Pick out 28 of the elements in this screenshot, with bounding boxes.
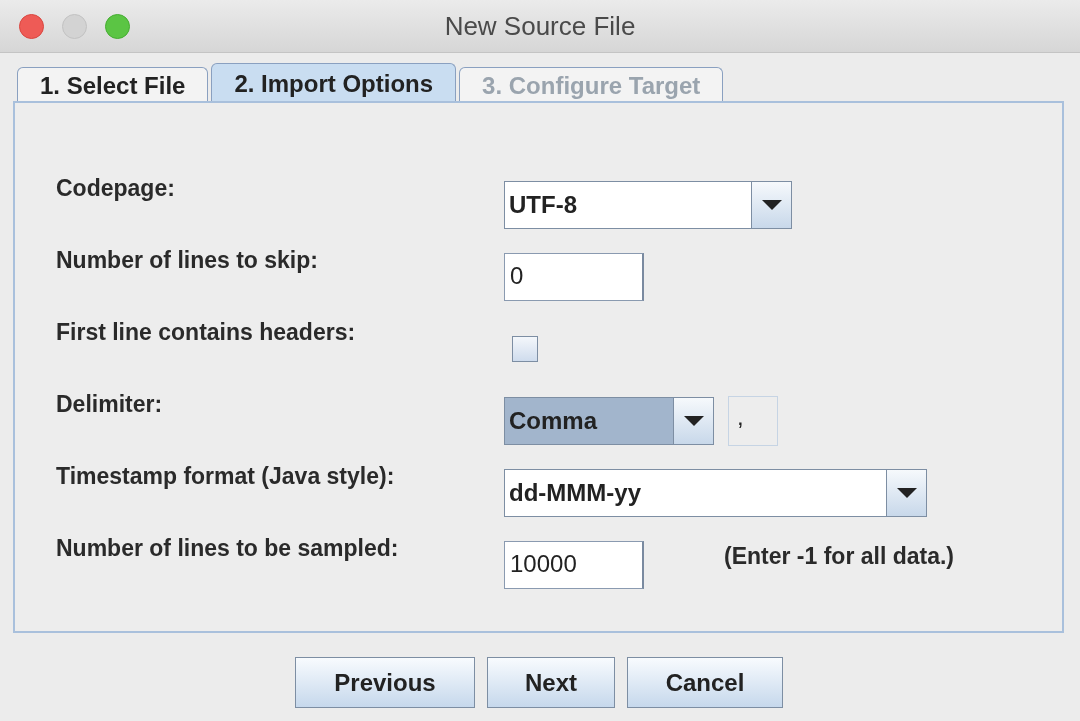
dropdown[interactable]: UTF-8 bbox=[504, 181, 792, 229]
caret-icon bbox=[895, 487, 918, 499]
field-label: First line contains headers: bbox=[56, 318, 357, 346]
dropdown-button[interactable] bbox=[751, 182, 791, 228]
dropdown[interactable]: dd-MMM-yy bbox=[504, 469, 927, 517]
caret-icon bbox=[682, 415, 705, 427]
tab[interactable]: 2. Import Options bbox=[211, 63, 457, 101]
field-label: Number of lines to be sampled: bbox=[56, 534, 400, 562]
checkbox[interactable] bbox=[512, 336, 538, 362]
dropdown-button[interactable] bbox=[886, 470, 926, 516]
tab[interactable]: 1. Select File bbox=[17, 67, 209, 101]
delimiter-field[interactable]: , bbox=[728, 396, 778, 446]
hint-text: (Enter -1 for all data.) bbox=[724, 542, 955, 570]
dropdown[interactable]: Comma bbox=[504, 397, 714, 445]
dropdown-button[interactable] bbox=[673, 398, 713, 444]
field-label: Delimiter: bbox=[56, 390, 164, 418]
input-field[interactable]: 0 bbox=[504, 253, 644, 301]
wizard-button[interactable]: Next bbox=[487, 657, 615, 708]
wizard-button[interactable]: Previous bbox=[295, 657, 475, 708]
input-field[interactable]: 10000 bbox=[504, 541, 644, 589]
close-button[interactable] bbox=[19, 13, 44, 39]
wizard-button[interactable]: Cancel bbox=[627, 657, 783, 708]
zoom-button[interactable] bbox=[105, 13, 130, 39]
field-label: Number of lines to skip: bbox=[56, 246, 319, 274]
window-title: New Source File bbox=[444, 10, 636, 41]
caret-icon bbox=[760, 199, 783, 211]
field-label: Codepage: bbox=[56, 174, 176, 202]
field-label: Timestamp format (Java style): bbox=[56, 462, 396, 490]
